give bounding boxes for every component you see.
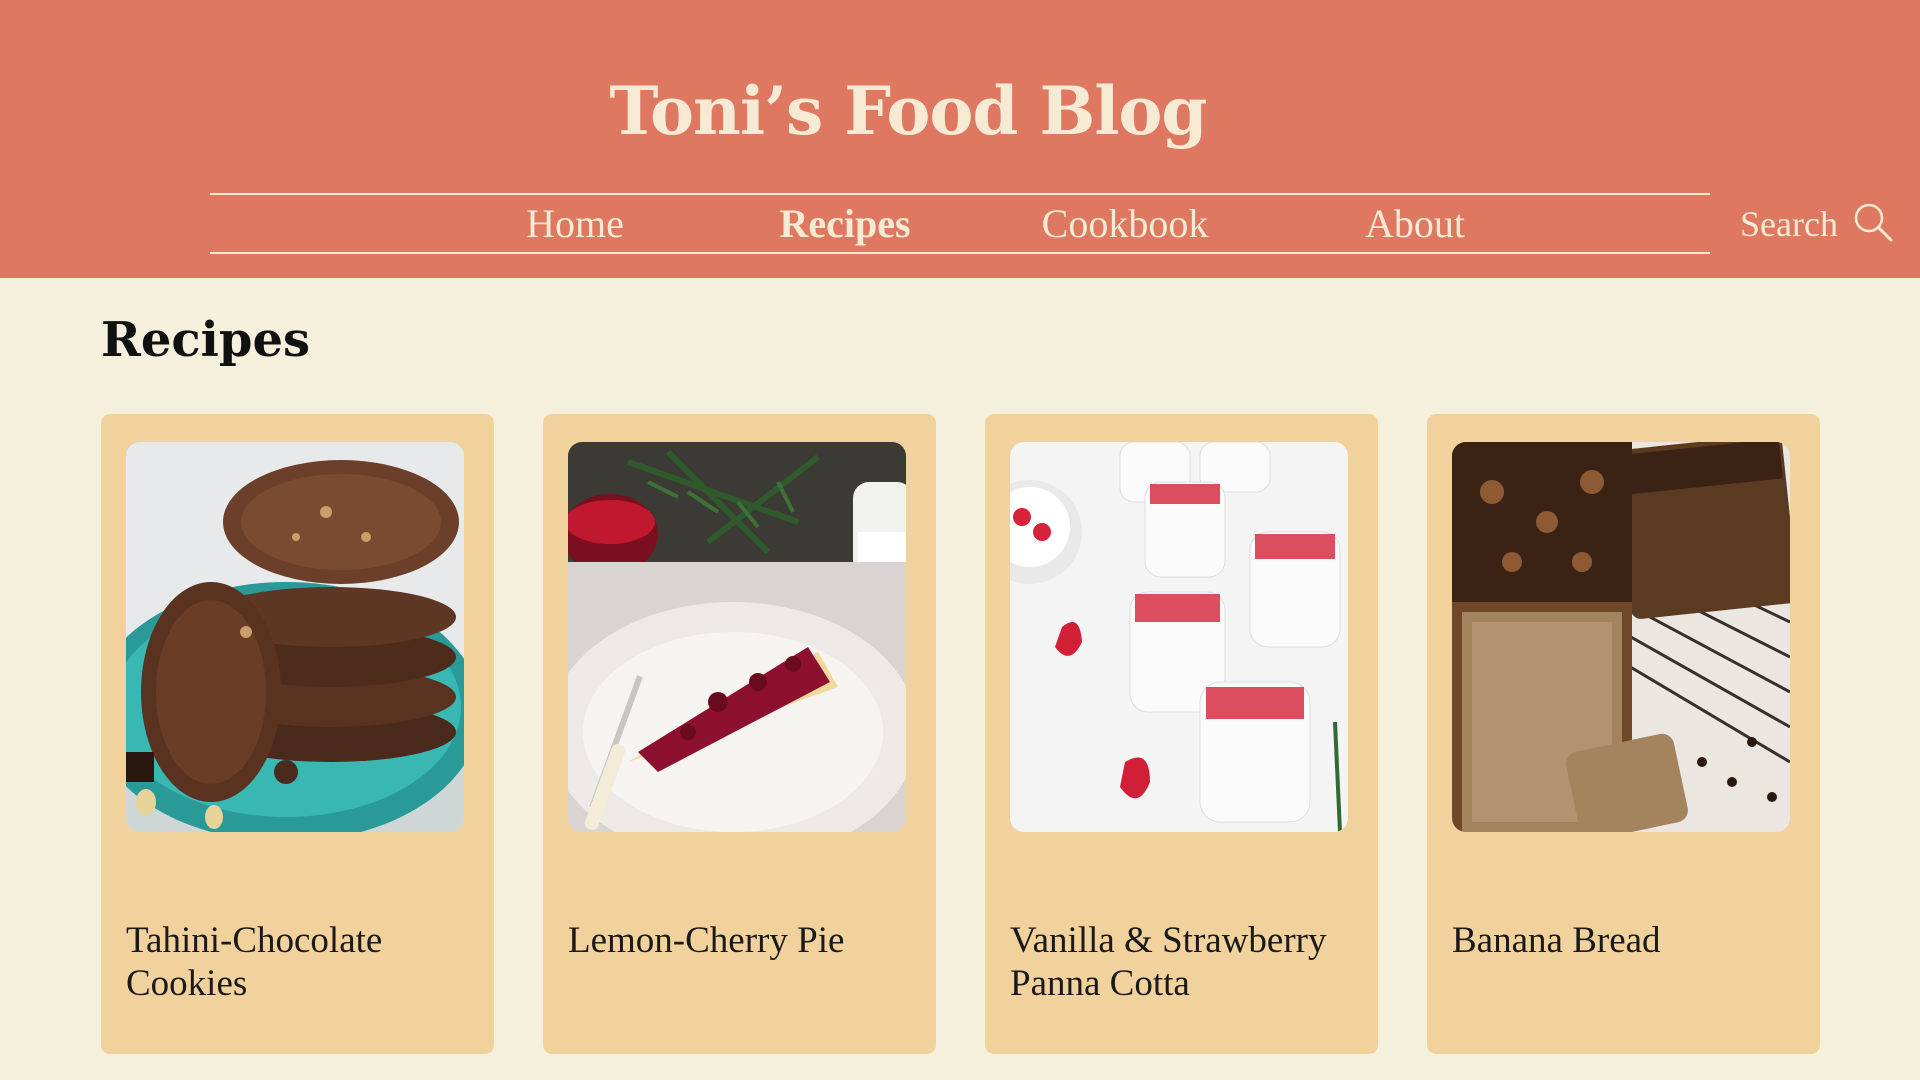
nav-item-about[interactable]: About xyxy=(1300,195,1530,252)
search-icon[interactable] xyxy=(1852,201,1894,247)
recipe-card-title: Banana Bread xyxy=(1452,920,1661,961)
nav-item-cookbook[interactable]: Cookbook xyxy=(1000,195,1250,252)
site-title[interactable]: Toni’s Food Blog xyxy=(590,72,1226,150)
recipe-card-title: Tahini-Chocolate Cookies xyxy=(126,920,383,1004)
search-button[interactable]: Search xyxy=(1740,196,1894,252)
chocolate-cookies-photo[interactable] xyxy=(126,442,464,832)
recipe-card[interactable]: Tahini-Chocolate Cookies xyxy=(101,414,494,1054)
cherry-pie-photo[interactable] xyxy=(568,442,906,832)
page-title: Recipes xyxy=(101,312,311,368)
recipe-card[interactable]: Lemon-Cherry Pie xyxy=(543,414,936,1054)
banana-bread-photo[interactable] xyxy=(1452,442,1790,832)
nav-item-recipes[interactable]: Recipes xyxy=(730,195,960,252)
main-nav: Home Recipes Cookbook About xyxy=(210,193,1710,254)
recipe-card-title: Vanilla & Strawberry Panna Cotta xyxy=(1010,920,1327,1004)
recipe-card[interactable]: Vanilla & Strawberry Panna Cotta xyxy=(985,414,1378,1054)
site-header: Toni’s Food Blog Home Recipes Cookbook A… xyxy=(0,0,1920,278)
nav-item-home[interactable]: Home xyxy=(470,195,680,252)
search-label: Search xyxy=(1740,204,1838,244)
recipe-card[interactable]: Banana Bread xyxy=(1427,414,1820,1054)
panna-cotta-photo[interactable] xyxy=(1010,442,1348,832)
recipe-card-title: Lemon-Cherry Pie xyxy=(568,920,845,961)
